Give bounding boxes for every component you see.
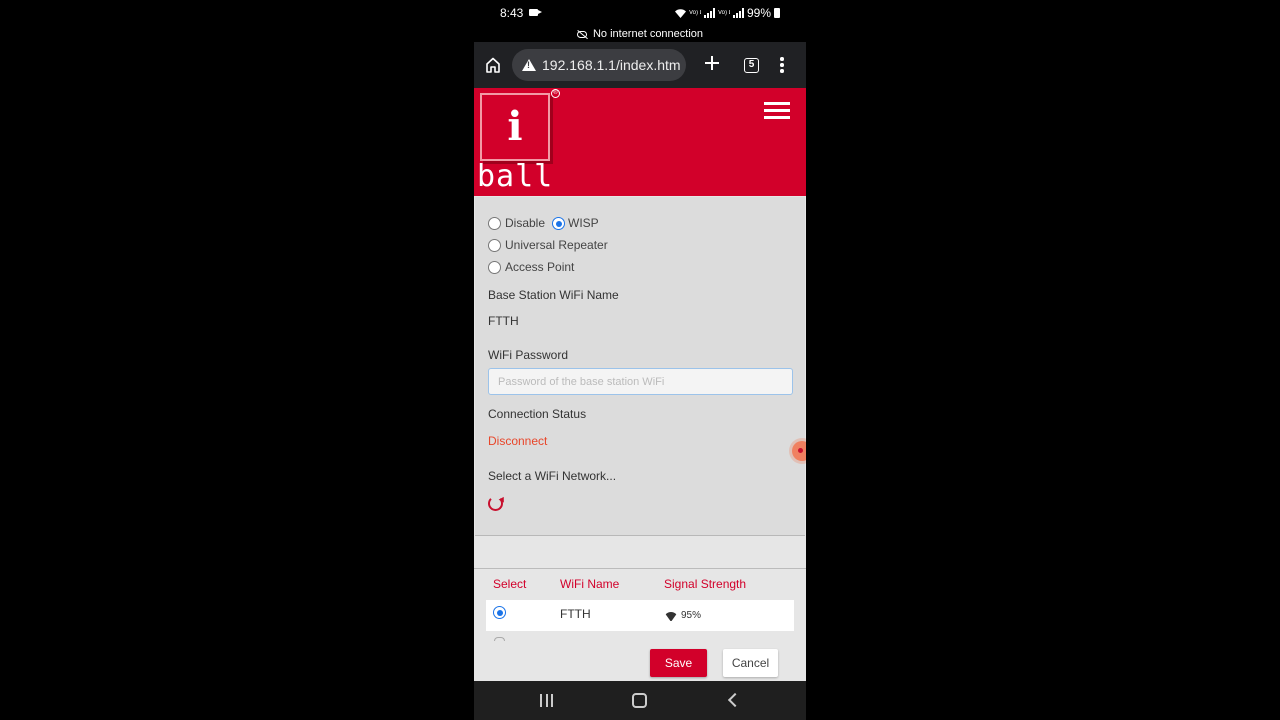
disconnect-link[interactable]: Disconnect	[488, 434, 547, 448]
cancel-button[interactable]: Cancel	[723, 649, 778, 677]
warning-icon[interactable]	[522, 59, 536, 71]
table-row[interactable]: FTTH 95%	[486, 600, 794, 631]
wifi-signal-icon	[664, 612, 678, 621]
status-indicators: Vo) LTE1 Vo) LTE2 99%	[674, 6, 780, 20]
tab-switcher-button[interactable]: 5	[744, 58, 759, 73]
cell-signal-icon-2	[732, 8, 744, 18]
page-header: i ® ball	[474, 88, 806, 196]
address-bar[interactable]: 192.168.1.1/index.htm	[512, 49, 686, 81]
radio-access-point[interactable]	[488, 261, 501, 274]
hamburger-icon[interactable]	[764, 102, 790, 122]
radio-disable-label[interactable]: Disable	[505, 216, 545, 230]
logo-letter: i	[507, 103, 523, 150]
row-select-radio-partial[interactable]	[494, 637, 505, 641]
new-tab-icon[interactable]	[704, 55, 720, 71]
row-select-radio[interactable]	[493, 606, 506, 619]
connectivity-banner: No internet connection	[474, 26, 806, 42]
wifi-status-icon	[674, 8, 686, 18]
radio-access-point-label[interactable]: Access Point	[505, 260, 574, 274]
back-icon[interactable]	[727, 692, 743, 708]
battery-percent: 99%	[746, 6, 771, 20]
menu-dots-icon[interactable]	[780, 57, 784, 73]
connection-status-label: Connection Status	[488, 407, 587, 421]
battery-icon	[774, 8, 780, 18]
header-select: Select	[493, 577, 527, 591]
radio-universal-repeater-label[interactable]: Universal Repeater	[505, 238, 608, 252]
wifi-password-input[interactable]	[488, 368, 793, 395]
wifi-password-label: WiFi Password	[488, 348, 569, 362]
brand-logo: i	[480, 93, 550, 161]
base-station-value: FTTH	[488, 314, 519, 328]
video-camera-icon	[529, 9, 542, 16]
home-icon[interactable]	[486, 57, 500, 73]
refresh-icon[interactable]	[488, 496, 503, 511]
wisp-settings-panel: Disable WISP Universal Repeater Access P…	[475, 197, 805, 536]
cloud-off-icon	[576, 30, 587, 38]
floating-assist-handle[interactable]	[792, 441, 806, 461]
registered-mark: ®	[551, 89, 560, 98]
radio-wisp-label[interactable]: WISP	[568, 216, 599, 230]
header-signal-strength: Signal Strength	[664, 577, 747, 591]
status-bar: 8:43 Vo) LTE1 Vo) LTE2 99%	[474, 0, 806, 26]
radio-wisp[interactable]	[552, 217, 565, 230]
android-nav-bar	[474, 681, 806, 720]
recents-icon[interactable]	[540, 694, 553, 707]
connectivity-text: No internet connection	[592, 28, 704, 40]
row-wifi-name: FTTH	[560, 607, 591, 621]
save-button[interactable]: Save	[650, 649, 707, 677]
base-station-label: Base Station WiFi Name	[488, 288, 619, 302]
row-signal-strength: 95%	[681, 610, 702, 621]
browser-toolbar: 192.168.1.1/index.htm 5	[474, 42, 806, 88]
radio-universal-repeater[interactable]	[488, 239, 501, 252]
header-wifi-name: WiFi Name	[560, 577, 620, 591]
radio-disable[interactable]	[488, 217, 501, 230]
router-admin-page: i ® ball Disable WISP Universal Repeater…	[474, 88, 806, 681]
logo-word: ball	[477, 159, 554, 194]
network-type-label-1: Vo) LTE1	[688, 10, 701, 16]
select-network-label: Select a WiFi Network...	[488, 469, 617, 483]
network-type-label-2: Vo) LTE2	[717, 10, 730, 16]
wifi-network-table: Select WiFi Name Signal Strength FTTH 95…	[474, 568, 806, 681]
cell-signal-icon-1	[703, 8, 715, 18]
home-nav-icon[interactable]	[632, 693, 647, 708]
status-time: 8:43	[500, 6, 524, 20]
url-text[interactable]: 192.168.1.1/index.htm	[542, 57, 682, 73]
phone-screen: 8:43 Vo) LTE1 Vo) LTE2 99% No internet c…	[474, 0, 806, 720]
